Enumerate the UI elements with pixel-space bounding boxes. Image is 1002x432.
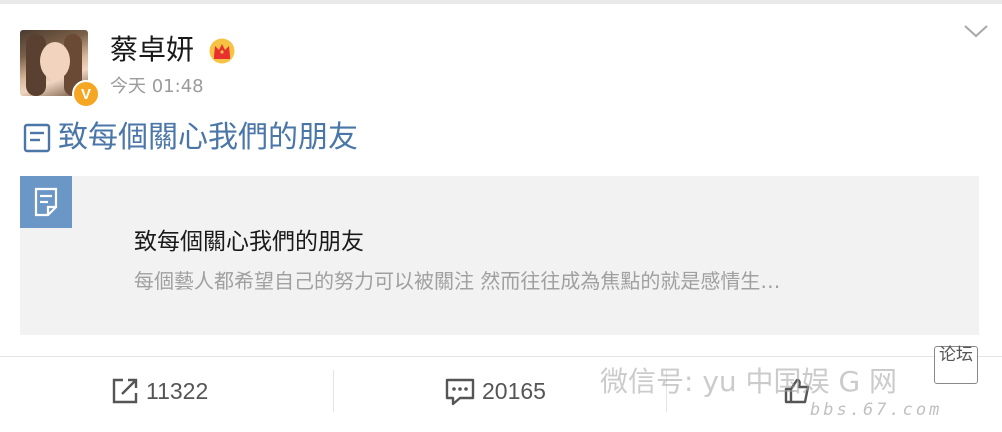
card-description: 每個藝人都希望自己的努力可以被關注 然而往往成為焦點的就是感情生… — [134, 269, 781, 293]
comment-count: 20165 — [482, 377, 546, 404]
article-link[interactable]: 致每個關心我們的朋友 — [22, 118, 358, 158]
post-timestamp[interactable]: 今天 01:48 — [110, 74, 204, 100]
action-bar-divider — [0, 356, 1002, 357]
article-title[interactable]: 致每個關心我們的朋友 — [58, 118, 358, 158]
chevron-down-icon[interactable] — [962, 22, 990, 40]
article-card[interactable]: 致每個關心我們的朋友 每個藝人都希望自己的努力可以被關注 然而往往成為焦點的就是… — [20, 176, 979, 335]
forum-stamp: 论坛 — [934, 346, 978, 384]
document-icon — [20, 176, 72, 228]
article-icon — [23, 123, 51, 153]
watermark-url: bbs.67.com — [810, 400, 943, 420]
card-title: 致每個關心我們的朋友 — [134, 229, 364, 255]
share-icon — [112, 378, 138, 404]
share-button[interactable]: 11322 — [110, 372, 208, 410]
action-separator — [333, 370, 334, 412]
share-count: 11322 — [146, 377, 209, 404]
comment-icon — [445, 378, 475, 406]
comment-button[interactable]: 20165 — [444, 372, 546, 410]
username[interactable]: 蔡卓妍 — [110, 32, 194, 68]
crown-icon[interactable] — [208, 38, 236, 64]
verified-badge-icon: V — [72, 80, 100, 108]
top-divider — [0, 0, 1002, 4]
watermark: 微信号: yu 中国娱 G 网 — [600, 365, 898, 398]
